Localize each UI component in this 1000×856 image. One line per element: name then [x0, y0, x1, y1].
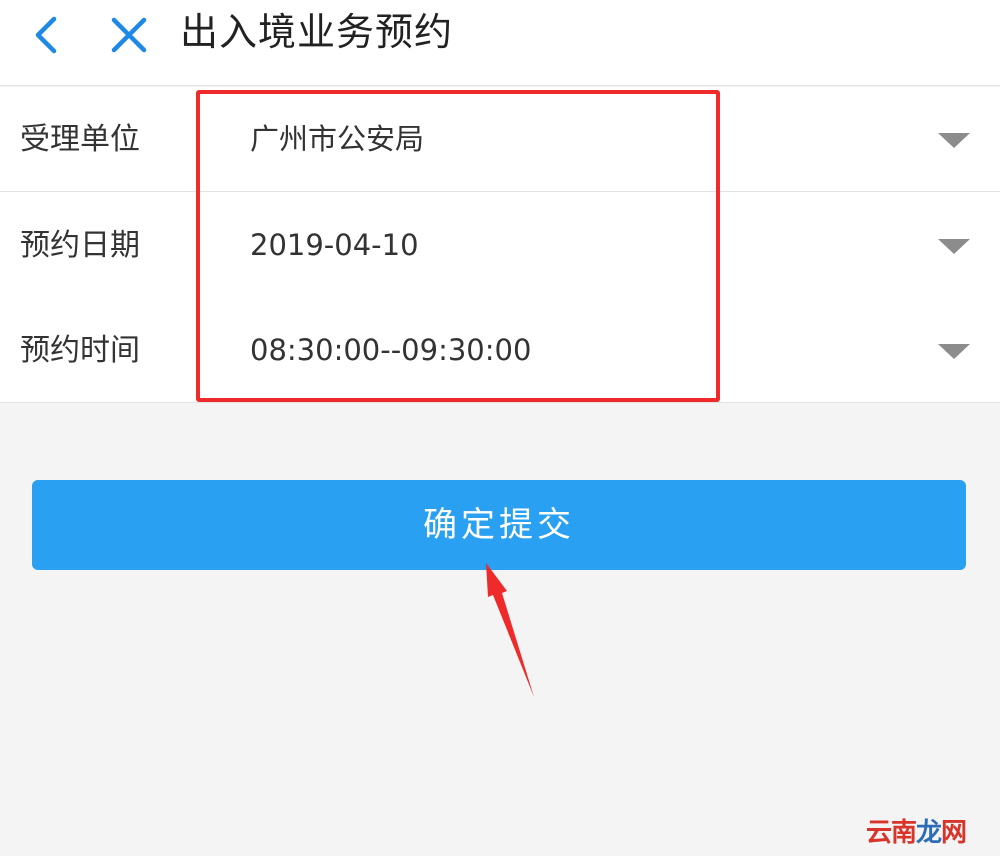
back-button[interactable] [22, 10, 72, 60]
date-select[interactable]: 2019-04-10 [250, 193, 419, 298]
annotation-arrow-icon [486, 563, 534, 697]
time-label: 预约时间 [20, 333, 140, 368]
close-button[interactable] [104, 10, 154, 60]
caret-down-icon[interactable] [938, 133, 970, 148]
office-label: 受理单位 [20, 122, 140, 157]
app-header: 出入境业务预约 [0, 0, 1000, 86]
watermark-part-2: 龙 [916, 818, 942, 848]
time-select[interactable]: 08:30:00--09:30:00 [250, 298, 531, 403]
form-row-office[interactable]: 受理单位 广州市公安局 [0, 87, 1000, 192]
caret-down-icon[interactable] [938, 344, 970, 359]
appointment-form: 受理单位 广州市公安局 预约日期 2019-04-10 预约时间 08:30:0… [0, 87, 1000, 403]
watermark-part-1: 云南 [866, 818, 917, 848]
form-row-time[interactable]: 预约时间 08:30:00--09:30:00 [0, 298, 1000, 403]
watermark-part-3: 网 [941, 818, 967, 848]
caret-down-icon[interactable] [938, 239, 970, 254]
office-select[interactable]: 广州市公安局 [250, 87, 424, 192]
page-title: 出入境业务预约 [180, 10, 454, 54]
date-label: 预约日期 [20, 228, 140, 263]
watermark-logo: 云南龙网 [866, 812, 967, 849]
form-row-date[interactable]: 预约日期 2019-04-10 [0, 193, 1000, 298]
close-icon [111, 17, 147, 53]
chevron-left-icon [35, 16, 57, 54]
